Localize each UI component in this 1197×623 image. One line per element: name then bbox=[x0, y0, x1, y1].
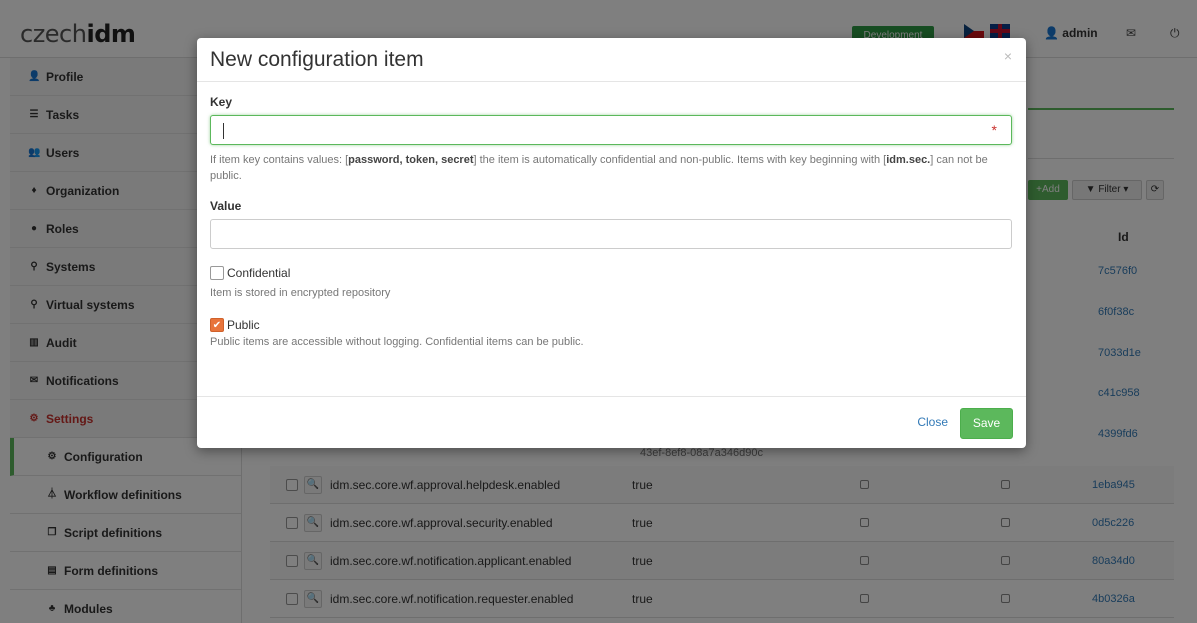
value-input[interactable] bbox=[210, 219, 1012, 249]
confidential-row: Confidential bbox=[210, 266, 1012, 280]
text-caret bbox=[223, 123, 224, 139]
confidential-help-text: Item is stored in encrypted repository bbox=[210, 287, 391, 299]
close-button[interactable]: Close bbox=[917, 415, 948, 429]
close-icon[interactable]: × bbox=[1004, 48, 1012, 64]
confidential-label[interactable]: Confidential bbox=[227, 266, 290, 280]
new-configuration-dialog: New configuration item × Key * If item k… bbox=[197, 38, 1026, 448]
key-input[interactable]: * bbox=[210, 115, 1012, 145]
save-button[interactable]: Save bbox=[960, 408, 1013, 439]
public-label[interactable]: Public bbox=[227, 318, 260, 332]
key-label: Key bbox=[210, 95, 233, 109]
confidential-checkbox[interactable] bbox=[210, 266, 224, 280]
value-label: Value bbox=[210, 199, 242, 213]
public-checkbox[interactable]: ✔ bbox=[210, 318, 224, 332]
modal-title: New configuration item bbox=[210, 48, 424, 71]
public-row: ✔ Public bbox=[210, 318, 1012, 332]
key-help-text: If item key contains values: [password, … bbox=[210, 154, 988, 182]
modal-header: New configuration item × bbox=[197, 38, 1026, 82]
modal-body: Key * If item key contains values: [pass… bbox=[197, 82, 1026, 350]
modal-footer: Close Save bbox=[197, 396, 1026, 448]
required-indicator: * bbox=[991, 122, 997, 138]
public-help-text: Public items are accessible without logg… bbox=[210, 336, 584, 348]
